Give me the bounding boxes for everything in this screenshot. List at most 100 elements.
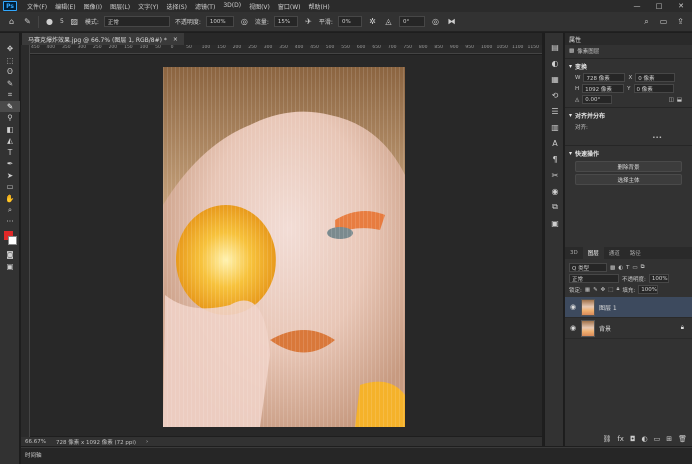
- more-options-icon[interactable]: •••: [652, 135, 662, 141]
- group-icon[interactable]: ▭: [654, 435, 661, 443]
- symmetry-icon[interactable]: ⧓: [446, 16, 457, 27]
- smoothing-select[interactable]: 0%: [337, 16, 362, 27]
- color-icon[interactable]: ◐: [545, 55, 565, 71]
- menu-view[interactable]: 视图(V): [245, 2, 274, 11]
- document-tab[interactable]: 马赛克爆炸效果.jpg @ 66.7% (图层 1, RGB/8#) * ×: [22, 33, 184, 45]
- hand-tool-icon[interactable]: ✋: [0, 193, 20, 205]
- document-info[interactable]: 728 像素 x 1092 像素 (72 ppi): [56, 438, 136, 446]
- brushes-icon[interactable]: ◉: [545, 183, 565, 199]
- canvas-area[interactable]: [30, 55, 542, 436]
- brush-tool-icon[interactable]: ✎: [0, 100, 20, 112]
- quick-select-tool-icon[interactable]: ✎: [0, 78, 20, 90]
- filter-shape-icon[interactable]: ▭: [632, 265, 637, 271]
- brush-preset-icon[interactable]: ●: [44, 16, 55, 27]
- fill-field[interactable]: 100%: [638, 285, 659, 294]
- adjustment-icon[interactable]: ◐: [642, 435, 648, 443]
- maximize-button[interactable]: □: [648, 2, 670, 10]
- horizontal-ruler[interactable]: 450 400 350 300 250 200 150 100 50 0 50 100 150 200 25…: [30, 45, 542, 54]
- adjustments-icon[interactable]: ☰: [545, 103, 565, 119]
- eye-icon[interactable]: ◉: [569, 324, 577, 332]
- stamp-tool-icon[interactable]: ⚲: [0, 112, 20, 124]
- layer-opacity-field[interactable]: 100%: [648, 274, 669, 283]
- background-color-swatch[interactable]: [8, 236, 17, 245]
- properties-title[interactable]: 属性: [565, 33, 692, 45]
- search-icon[interactable]: ⌕: [641, 16, 652, 27]
- clone-source-icon[interactable]: ⧉: [545, 199, 565, 215]
- tab-3d[interactable]: 3D: [565, 247, 583, 259]
- menu-filter[interactable]: 滤镜(T): [191, 2, 219, 11]
- new-layer-icon[interactable]: ⊞: [666, 435, 672, 443]
- character-icon[interactable]: A: [545, 135, 565, 151]
- link-icon[interactable]: ⛓: [602, 435, 611, 443]
- shape-tool-icon[interactable]: ▭: [0, 181, 20, 193]
- filter-text-icon[interactable]: T: [626, 265, 629, 271]
- screen-mode-icon[interactable]: ▣: [0, 261, 20, 273]
- share-icon[interactable]: ⇪: [675, 16, 686, 27]
- gear-icon[interactable]: ✲: [367, 16, 378, 27]
- close-tab-icon[interactable]: ×: [173, 36, 178, 43]
- trash-icon[interactable]: 🗑︎: [678, 435, 687, 443]
- layer-filter-select[interactable]: Q 类型: [569, 263, 607, 272]
- menu-edit[interactable]: 编辑(E): [51, 2, 79, 11]
- lock-move-icon[interactable]: ✥: [601, 287, 606, 293]
- remove-background-button[interactable]: 删除背景: [575, 161, 682, 172]
- filter-adjust-icon[interactable]: ◐: [618, 265, 623, 271]
- lasso-tool-icon[interactable]: ʘ: [0, 66, 20, 78]
- vertical-ruler[interactable]: [21, 45, 30, 437]
- menu-help[interactable]: 帮助(H): [305, 2, 334, 11]
- menu-select[interactable]: 选择(S): [162, 2, 191, 11]
- menu-3d[interactable]: 3D(D): [219, 2, 245, 11]
- learn-icon[interactable]: ⟲: [545, 87, 565, 103]
- pressure-size-icon[interactable]: ◎: [430, 16, 441, 27]
- flip-vertical-icon[interactable]: ⬓: [677, 97, 682, 103]
- quick-mask-icon[interactable]: ◙: [0, 249, 20, 261]
- layer-name[interactable]: 背景: [599, 324, 611, 333]
- close-window-button[interactable]: ✕: [670, 2, 692, 10]
- y-field[interactable]: 0 像素: [633, 84, 674, 93]
- opacity-select[interactable]: 100%: [205, 16, 234, 27]
- lock-all-icon[interactable]: 🔒︎: [616, 286, 619, 293]
- tool-presets-icon[interactable]: ✂: [545, 167, 565, 183]
- align-header[interactable]: ▾ 对齐并分布: [565, 110, 692, 121]
- paragraph-icon[interactable]: ¶: [545, 151, 565, 167]
- brush-settings-icon[interactable]: ▨: [69, 16, 80, 27]
- minimize-button[interactable]: —: [626, 2, 648, 10]
- document-image[interactable]: [30, 55, 542, 436]
- tab-channels[interactable]: 通道: [604, 247, 625, 259]
- timeline-tab[interactable]: 时间轴: [25, 451, 42, 459]
- angle-field[interactable]: 0.00°: [582, 95, 613, 104]
- layer-row-background[interactable]: ◉ 背景 🔒︎: [565, 318, 692, 339]
- tab-paths[interactable]: 路径: [625, 247, 646, 259]
- lock-artboard-icon[interactable]: ⬚: [608, 287, 613, 293]
- navigator-icon[interactable]: ▣: [545, 215, 565, 231]
- paint-bucket-icon[interactable]: ◭: [0, 135, 20, 147]
- blend-mode-select[interactable]: 正常: [569, 274, 619, 283]
- menu-file[interactable]: 文件(F): [23, 2, 51, 11]
- filter-smart-icon[interactable]: ⧉: [641, 264, 645, 271]
- angle-field[interactable]: 0°: [398, 16, 425, 27]
- zoom-tool-icon[interactable]: ⌕: [0, 204, 20, 216]
- eye-icon[interactable]: ◉: [569, 303, 577, 311]
- more-tools-icon[interactable]: ···: [0, 216, 20, 228]
- zoom-readout[interactable]: 66.67%: [25, 439, 46, 445]
- quick-actions-header[interactable]: ▾ 快速操作: [565, 148, 692, 159]
- menu-window[interactable]: 窗口(W): [274, 2, 305, 11]
- height-field[interactable]: 1092 像素: [582, 84, 625, 93]
- airbrush-icon[interactable]: ✈: [303, 16, 314, 27]
- status-arrow-icon[interactable]: ›: [146, 439, 148, 445]
- move-tool-icon[interactable]: ✥: [0, 43, 20, 55]
- fx-icon[interactable]: fx: [617, 435, 624, 443]
- lock-transparency-icon[interactable]: ▦: [585, 287, 590, 293]
- mask-icon[interactable]: ◘: [630, 435, 636, 443]
- swatches-icon[interactable]: ▦: [545, 71, 565, 87]
- text-tool-icon[interactable]: T: [0, 147, 20, 159]
- lock-paint-icon[interactable]: ✎: [593, 287, 598, 293]
- history-icon[interactable]: ▤: [545, 39, 565, 55]
- pen-tool-icon[interactable]: ✒: [0, 158, 20, 170]
- select-subject-button[interactable]: 选择主体: [575, 174, 682, 185]
- width-field[interactable]: 728 像素: [583, 73, 626, 82]
- crop-tool-icon[interactable]: ⌗: [0, 89, 20, 101]
- x-field[interactable]: 0 像素: [635, 73, 676, 82]
- flip-horizontal-icon[interactable]: ◫: [669, 97, 674, 103]
- transform-header[interactable]: ▾ 变换: [565, 61, 692, 72]
